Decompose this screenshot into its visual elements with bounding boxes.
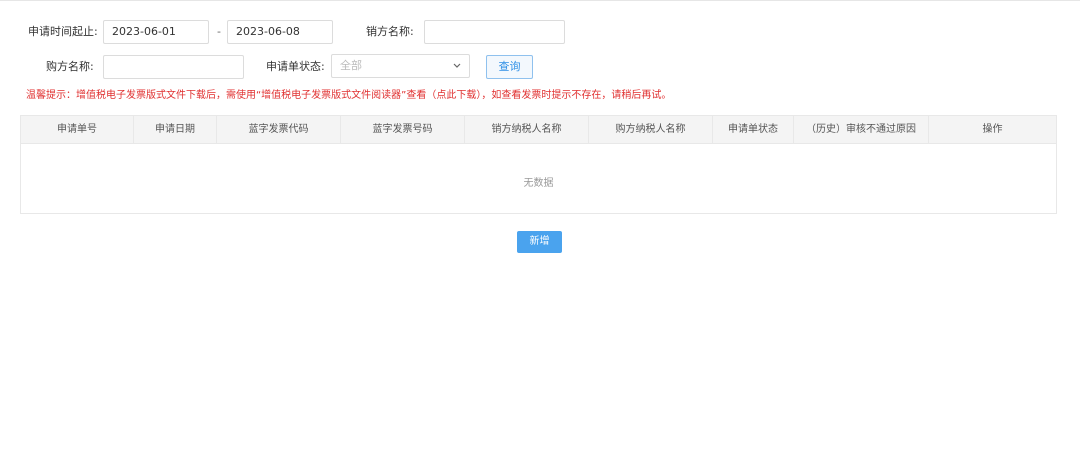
column-header: （历史）审核不通过原因 [794, 116, 929, 143]
empty-state-text: 无数据 [523, 178, 554, 189]
status-label: 申请单状态: [266, 60, 325, 73]
buyer-name-input[interactable] [103, 55, 244, 79]
column-header: 销方纳税人名称 [465, 116, 589, 143]
application-table: 申请单号 申请日期 蓝字发票代码 蓝字发票号码 销方纳税人名称 购方纳税人名称 … [20, 115, 1057, 214]
status-selected-value: 全部 [340, 59, 362, 72]
buyer-name-label: 购方名称: [46, 60, 94, 73]
download-tip: 温馨提示：增值税电子发票版式文件下载后，需使用“增值税电子发票版式文件阅读器”查… [26, 90, 672, 101]
date-range-label: 申请时间起止: [28, 25, 98, 38]
column-header: 蓝字发票号码 [341, 116, 465, 143]
seller-name-input[interactable] [424, 20, 565, 44]
chevron-down-icon [453, 63, 461, 68]
column-header: 操作 [982, 124, 1003, 135]
status-select[interactable]: 全部 [331, 54, 470, 78]
column-header: 申请单状态 [713, 116, 794, 143]
date-separator: - [217, 25, 221, 38]
query-button[interactable]: 查询 [486, 55, 533, 79]
column-header: 购方纳税人名称 [589, 116, 713, 143]
date-end-input[interactable]: 2023-06-08 [227, 20, 333, 44]
column-header: 申请日期 [134, 116, 217, 143]
column-header: 申请单号 [21, 116, 134, 143]
add-button[interactable]: 新增 [517, 231, 562, 253]
table-header: 申请单号 申请日期 蓝字发票代码 蓝字发票号码 销方纳税人名称 购方纳税人名称 … [21, 116, 1056, 144]
date-start-input[interactable]: 2023-06-01 [103, 20, 209, 44]
invoice-application-page: 申请时间起止: 2023-06-01 - 2023-06-08 销方名称: 购方… [0, 0, 1080, 456]
column-header: 蓝字发票代码 [217, 116, 341, 143]
seller-name-label: 销方名称: [366, 25, 414, 38]
